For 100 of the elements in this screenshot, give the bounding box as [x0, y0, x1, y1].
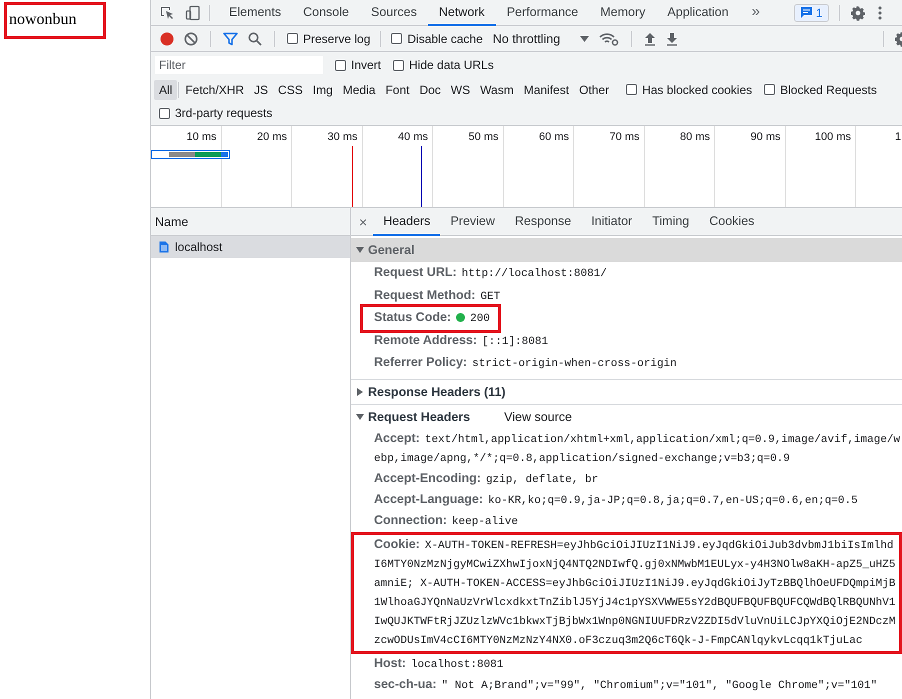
search-icon[interactable] [248, 32, 262, 46]
detail-tab[interactable]: Cookies [699, 208, 764, 236]
header-name: Referrer Policy: [374, 355, 468, 369]
header-value: 1WlhoaGJYQnNaUzVrWlcxdkxtTnZiblJ5YjJ4c1pYSXVWWE5sY2dBQUFBQUFBQUFCQWdBQlRBQUNhV1 [374, 596, 896, 610]
header-value: ko-KR,ko;q=0.9,ja-JP;q=0.8,ja;q=0.7,en-US;q=0.6,en;q=0.5 [488, 494, 858, 506]
section-header[interactable]: Response Headers (11) [351, 380, 902, 404]
settings-icon[interactable] [894, 30, 902, 46]
header-value: keep-alive [452, 516, 518, 528]
dom-content-loaded-line [421, 146, 422, 207]
more-options-icon[interactable] [878, 4, 882, 20]
checkbox-label[interactable]: Invert [351, 58, 382, 72]
checkbox[interactable] [159, 108, 170, 118]
filter-field[interactable]: Filter [155, 56, 323, 74]
header-name: Remote Address: [374, 332, 478, 346]
type-filter-button[interactable]: Other [574, 80, 614, 100]
type-filter-button[interactable]: Media [338, 80, 380, 100]
caret-right-icon [356, 388, 364, 396]
detail-tab[interactable]: Preview [440, 208, 505, 236]
time-tick-label: 70 ms [610, 131, 640, 143]
time-tick-label: 20 ms [257, 131, 287, 143]
time-tick-label: 100 ms [814, 131, 851, 143]
record-icon[interactable] [160, 32, 174, 46]
header-value: 200 [470, 313, 490, 325]
network-conditions-icon[interactable] [599, 32, 620, 46]
more-tabs-button[interactable]: » [740, 3, 774, 22]
caret-down-icon [356, 246, 364, 254]
type-filter-button[interactable]: Wasm [475, 80, 519, 100]
detail-tab[interactable]: Timing [642, 208, 700, 236]
type-filter-button[interactable]: CSS [273, 80, 308, 100]
throttling-dropdown[interactable]: No throttling [492, 32, 560, 46]
checkbox-label[interactable]: Disable cache [407, 32, 483, 46]
upload-icon[interactable] [644, 32, 656, 46]
request-name: localhost [175, 240, 222, 254]
inspect-icon[interactable] [159, 4, 175, 20]
section-header[interactable]: General [351, 238, 902, 262]
header-value: X-AUTH-TOKEN-REFRESH=eyJhbGciOiJIUzI1NiJ9.eyJqdGkiOiJub3dvbmJ1biIsImlhd [424, 540, 894, 552]
time-tick-label: 10 ms [186, 131, 216, 143]
checkbox[interactable] [764, 84, 776, 95]
detail-tab[interactable]: Headers [373, 208, 440, 236]
section-header[interactable]: Request Headers View source [351, 404, 902, 428]
time-tick-label: 90 ms [750, 131, 780, 143]
panel-tab[interactable]: Memory [589, 0, 656, 26]
panel-tab[interactable]: Performance [496, 0, 590, 26]
header-name: Host: [374, 656, 406, 670]
type-filter-button[interactable]: Font [380, 80, 414, 100]
header-value: ebp,image/apng,*/*;q=0.8,application/signed-exchange;v=b3;q=0.9 [374, 452, 791, 466]
panel-tab[interactable]: Console [292, 0, 360, 26]
message-icon [800, 6, 813, 19]
panel-tab[interactable]: Elements [218, 0, 292, 26]
checkbox-label[interactable]: Has blocked cookies [642, 82, 752, 96]
checkbox[interactable] [287, 33, 298, 44]
view-source-link[interactable]: View source [504, 410, 572, 424]
checkbox[interactable] [335, 60, 346, 70]
time-tick-label: 60 ms [539, 131, 569, 143]
header-value: localhost:8081 [410, 658, 504, 670]
caret-down-icon[interactable] [580, 36, 590, 42]
checkbox-label[interactable]: Preserve log [303, 32, 370, 46]
detail-tab[interactable]: Response [504, 208, 582, 236]
header-name: Accept: [374, 430, 420, 444]
column-header[interactable]: Name [155, 214, 188, 228]
type-filter-button[interactable]: WS [446, 80, 476, 100]
checkbox-label[interactable]: Blocked Requests [780, 82, 877, 96]
issues-badge[interactable]: 1 [794, 4, 829, 22]
header-name: Connection: [374, 512, 447, 526]
checkbox[interactable] [393, 60, 404, 70]
clear-icon[interactable] [184, 32, 198, 46]
load-event-line [352, 146, 353, 207]
header-value: IwQUJKTWFtRjJZUzlzWVc1bkwxTjBjbWx1Wnp0NGNIUUFDRzV2ZDI5dVluVnUiLCJpYXQiOjE2NDczM [374, 614, 896, 630]
type-filter-button[interactable]: JS [249, 80, 274, 100]
type-filter-button[interactable]: Img [308, 80, 338, 100]
header-value: zcwODUsImV4cCI6MTY0NzMzNzY4NX0.oF3czuq3m2Q6cT6Qk-J-FmpCANlqykvLcqq1kTjuLac [374, 634, 864, 648]
section-title: Request Headers [368, 410, 470, 424]
type-filter-button[interactable]: Doc [414, 80, 446, 100]
close-button[interactable]: × [357, 214, 374, 230]
time-tick-label: 50 ms [468, 131, 498, 143]
type-filter-button[interactable]: All [154, 80, 178, 100]
type-filter-button[interactable]: Fetch/XHR [180, 80, 250, 100]
checkbox[interactable] [391, 33, 402, 44]
header-value: gzip, deflate, br [486, 474, 598, 486]
settings-icon[interactable] [850, 4, 866, 20]
caret-down-icon [356, 412, 364, 420]
detail-tab[interactable]: Initiator [581, 208, 642, 236]
type-filter-button[interactable]: Manifest [518, 80, 574, 100]
section-title: Response Headers (11) [368, 384, 506, 398]
header-value: http://localhost:8081/ [462, 268, 607, 280]
checkbox-label[interactable]: 3rd-party requests [175, 106, 272, 120]
panel-tab[interactable]: Sources [360, 0, 428, 26]
header-name: Cookie: [374, 536, 420, 550]
time-tick-label: 40 ms [398, 131, 428, 143]
filter-icon[interactable] [223, 32, 238, 46]
request-row[interactable]: localhost [151, 236, 350, 258]
header-value: GET [480, 290, 500, 302]
header-name: Request Method: [374, 288, 476, 302]
page-text: nowonbun [9, 11, 77, 28]
header-name: Accept-Language: [374, 492, 484, 506]
download-icon[interactable] [666, 32, 678, 46]
checkbox-label[interactable]: Hide data URLs [409, 58, 494, 72]
panel-tab[interactable]: Application [656, 0, 740, 26]
device-icon[interactable] [185, 4, 201, 20]
checkbox[interactable] [626, 84, 638, 95]
